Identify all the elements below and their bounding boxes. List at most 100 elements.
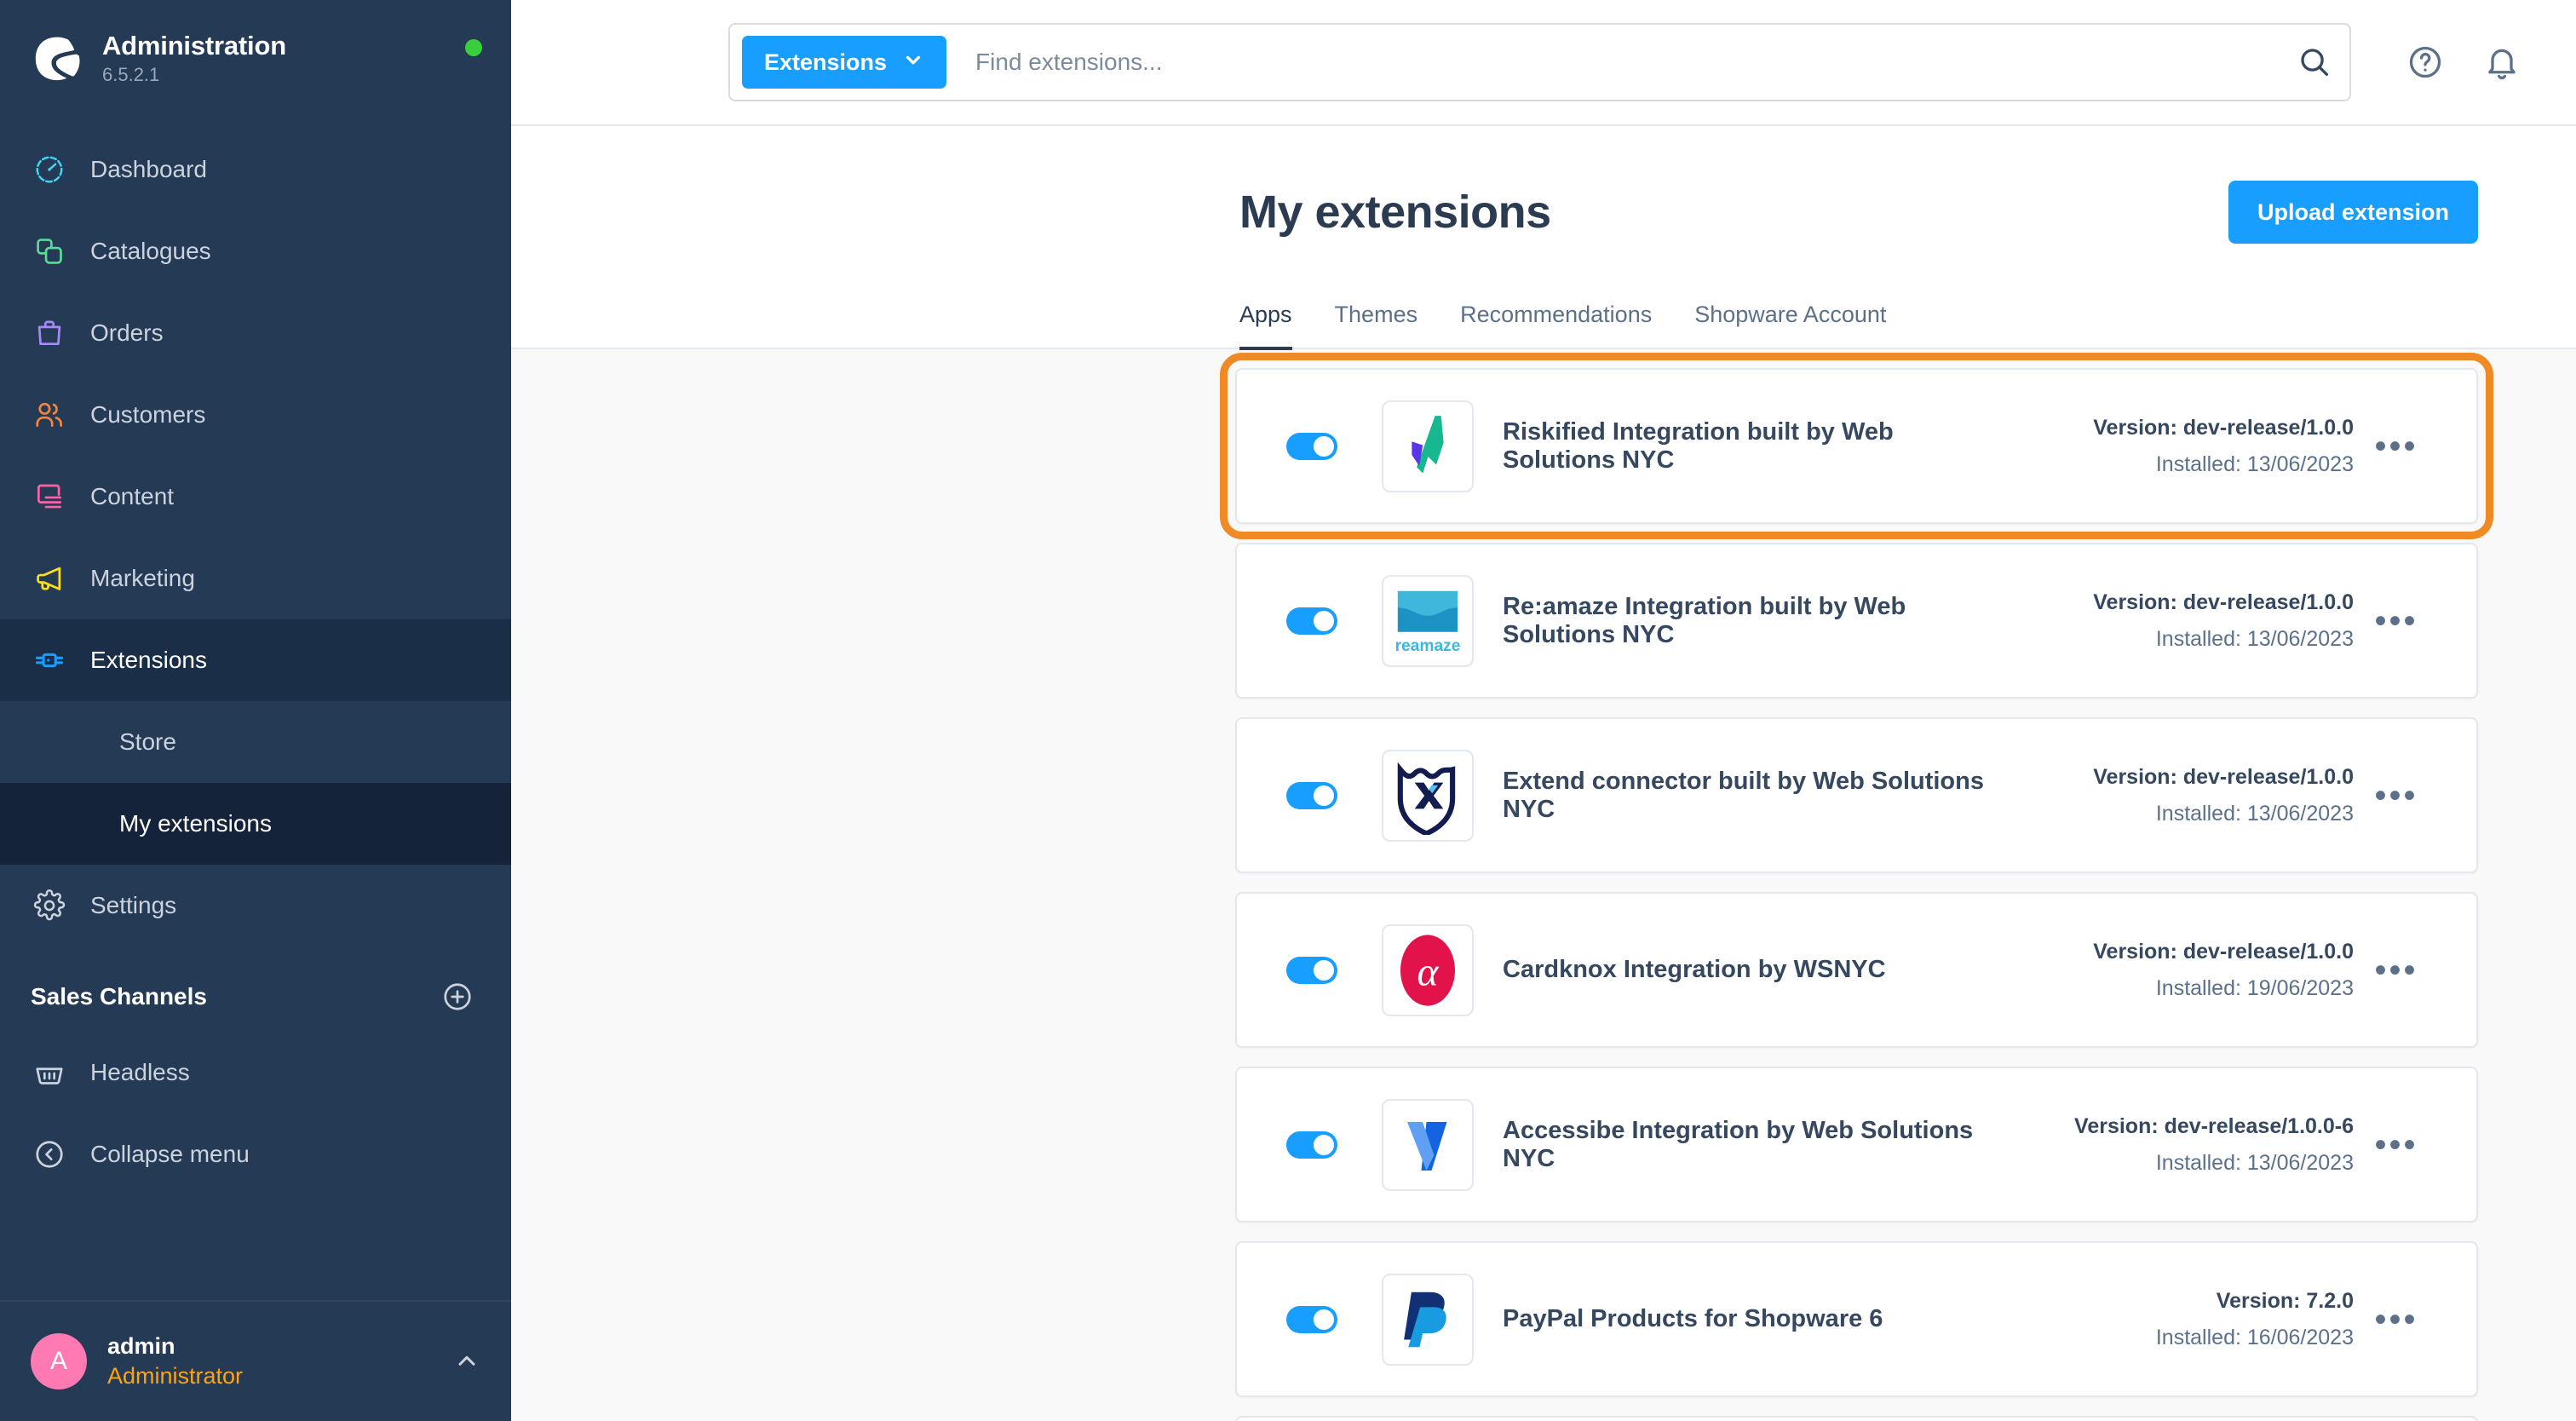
sidebar-item-label: Headless <box>90 1059 190 1085</box>
sidebar-item-headless[interactable]: Headless <box>0 1032 511 1113</box>
brand-header: Administration 6.5.2.1 <box>0 0 511 115</box>
stacked-squares-icon <box>31 233 68 270</box>
context-menu-button[interactable]: ••• <box>2354 779 2439 813</box>
accessibe-logo <box>1382 1098 1474 1191</box>
global-search[interactable]: Extensions <box>728 23 2351 101</box>
top-bar: Extensions <box>511 0 2576 126</box>
context-menu-button[interactable]: ••• <box>2354 1128 2439 1162</box>
svg-text:α: α <box>1417 949 1439 994</box>
search-scope-label: Extensions <box>764 49 888 75</box>
sidebar-item-collapse-menu[interactable]: Collapse menu <box>0 1113 511 1195</box>
extend-logo <box>1382 749 1474 842</box>
basket-icon <box>31 1054 68 1091</box>
extension-name: PayPal Products for Shopware 6 <box>1503 1305 1883 1332</box>
status-online-indicator <box>464 38 482 56</box>
sales-channels-header: Sales Channels <box>0 946 511 1032</box>
extension-meta: Version: dev-release/1.0.0 Installed: 13… <box>1996 416 2354 477</box>
extension-installed-date: Installed: 13/06/2023 <box>2155 801 2354 826</box>
extension-name: Accessibe Integration by Web Solutions N… <box>1503 1116 1974 1172</box>
extension-installed-date: Installed: 13/06/2023 <box>2155 452 2354 476</box>
main-area: Extensions Find extensions... My extensi… <box>511 0 2576 1421</box>
plus-circle-icon[interactable] <box>441 981 474 1013</box>
search-scope-selector[interactable]: Extensions <box>742 36 947 89</box>
paypal-logo <box>1382 1273 1474 1366</box>
sidebar-item-label: Catalogues <box>90 238 211 264</box>
page-header: My extensions Upload extension Apps Them… <box>511 126 2576 350</box>
search-icon[interactable] <box>2291 39 2337 85</box>
sidebar-item-label: Dashboard <box>90 156 207 182</box>
user-profile-bar[interactable]: A admin Administrator <box>0 1300 511 1421</box>
sidebar-item-my-extensions[interactable]: My extensions <box>0 783 511 865</box>
sidebar-item-label: Settings <box>90 892 177 918</box>
table-row[interactable]: reamaze Re:amaze Integration built by We… <box>1235 543 2478 699</box>
sidebar-subitem-label: My extensions <box>119 810 272 837</box>
context-menu-button[interactable]: ••• <box>2354 604 2439 638</box>
extension-toggle[interactable] <box>1286 781 1337 809</box>
extension-installed-date: Installed: 13/06/2023 <box>2155 626 2354 651</box>
riskified-logo <box>1382 400 1474 492</box>
avatar: A <box>31 1333 87 1389</box>
extension-name: Extend connector built by Web Solutions … <box>1503 767 1984 823</box>
sidebar: Administration 6.5.2.1 Dashboard Catalog… <box>0 0 511 1421</box>
extension-toggle[interactable] <box>1286 956 1337 984</box>
extension-version: Version: dev-release/1.0.0 <box>2093 764 2354 789</box>
bell-icon[interactable] <box>2479 39 2525 85</box>
table-row[interactable]: α Cardknox Integration by WSNYC Version:… <box>1235 892 2478 1048</box>
sidebar-item-orders[interactable]: Orders <box>0 292 511 374</box>
sidebar-item-dashboard[interactable]: Dashboard <box>0 129 511 210</box>
extension-installed-date: Installed: 13/06/2023 <box>2155 1150 2354 1175</box>
extension-version: Version: dev-release/1.0.0 <box>2093 939 2354 964</box>
tab-themes[interactable]: Themes <box>1335 302 1418 350</box>
chevron-down-icon <box>902 49 924 77</box>
context-menu-button[interactable]: ••• <box>2354 1303 2439 1337</box>
search-input[interactable] <box>946 49 2269 76</box>
sidebar-item-catalogues[interactable]: Catalogues <box>0 210 511 292</box>
svg-text:reamaze: reamaze <box>1395 637 1461 655</box>
main-navigation: Dashboard Catalogues Orders Customers Co… <box>0 115 511 1300</box>
extension-meta: Version: dev-release/1.0.0 Installed: 13… <box>1996 765 2354 826</box>
tab-shopware-account[interactable]: Shopware Account <box>1694 302 1886 350</box>
chevron-up-icon[interactable] <box>453 1348 480 1375</box>
sidebar-item-store[interactable]: Store <box>0 701 511 783</box>
table-row[interactable]: Riskified Integration built by Web Solut… <box>1220 353 2493 539</box>
sidebar-item-settings[interactable]: Settings <box>0 865 511 946</box>
plug-icon <box>31 641 68 679</box>
user-meta: admin Administrator <box>107 1333 433 1389</box>
extension-toggle[interactable] <box>1286 1305 1337 1333</box>
sidebar-item-label: Extensions <box>90 647 207 673</box>
speedometer-icon <box>31 151 68 188</box>
table-row[interactable]: Accessibe Integration by Web Solutions N… <box>1235 1067 2478 1223</box>
table-row[interactable]: PayPal Products for Shopware 6 Version: … <box>1235 1241 2478 1397</box>
table-row[interactable]: Extend connector built by Web Solutions … <box>1235 717 2478 873</box>
sidebar-item-label: Content <box>90 483 175 509</box>
extension-version: Version: 7.2.0 <box>2216 1288 2354 1313</box>
extension-toggle[interactable] <box>1286 1130 1337 1159</box>
gear-icon <box>31 887 68 924</box>
extension-version: Version: dev-release/1.0.0 <box>2093 415 2354 440</box>
brand-version: 6.5.2.1 <box>102 64 160 85</box>
content-region: My extensions Upload extension Apps Them… <box>511 126 2576 1421</box>
question-circle-icon[interactable] <box>2402 39 2448 85</box>
tab-recommendations[interactable]: Recommendations <box>1460 302 1652 350</box>
extension-installed-date: Installed: 16/06/2023 <box>2155 1325 2354 1349</box>
extension-version: Version: dev-release/1.0.0-6 <box>2074 1113 2354 1138</box>
sidebar-item-customers[interactable]: Customers <box>0 374 511 456</box>
table-row[interactable]: Version: 1.0.6 ••• <box>1235 1416 2478 1421</box>
sidebar-item-label: Collapse menu <box>90 1141 250 1167</box>
extension-name: Cardknox Integration by WSNYC <box>1503 956 1886 983</box>
extension-toggle[interactable] <box>1286 432 1337 460</box>
extension-toggle[interactable] <box>1286 607 1337 635</box>
upload-extension-button[interactable]: Upload extension <box>2228 181 2478 244</box>
sidebar-item-marketing[interactable]: Marketing <box>0 538 511 619</box>
page-title: My extensions <box>1239 187 1551 238</box>
tab-apps[interactable]: Apps <box>1239 302 1292 350</box>
context-menu-button[interactable]: ••• <box>2354 953 2439 987</box>
extension-meta: Version: 7.2.0 Installed: 16/06/2023 <box>1996 1289 2354 1350</box>
cardknox-logo: α <box>1382 923 1474 1016</box>
context-menu-button[interactable]: ••• <box>2354 429 2439 463</box>
extension-meta: Version: dev-release/1.0.0-6 Installed: … <box>1996 1114 2354 1176</box>
sidebar-item-extensions[interactable]: Extensions <box>0 619 511 701</box>
app-root: Administration 6.5.2.1 Dashboard Catalog… <box>0 0 2576 1421</box>
sidebar-item-content[interactable]: Content <box>0 456 511 538</box>
shopware-logo-icon <box>31 32 83 85</box>
